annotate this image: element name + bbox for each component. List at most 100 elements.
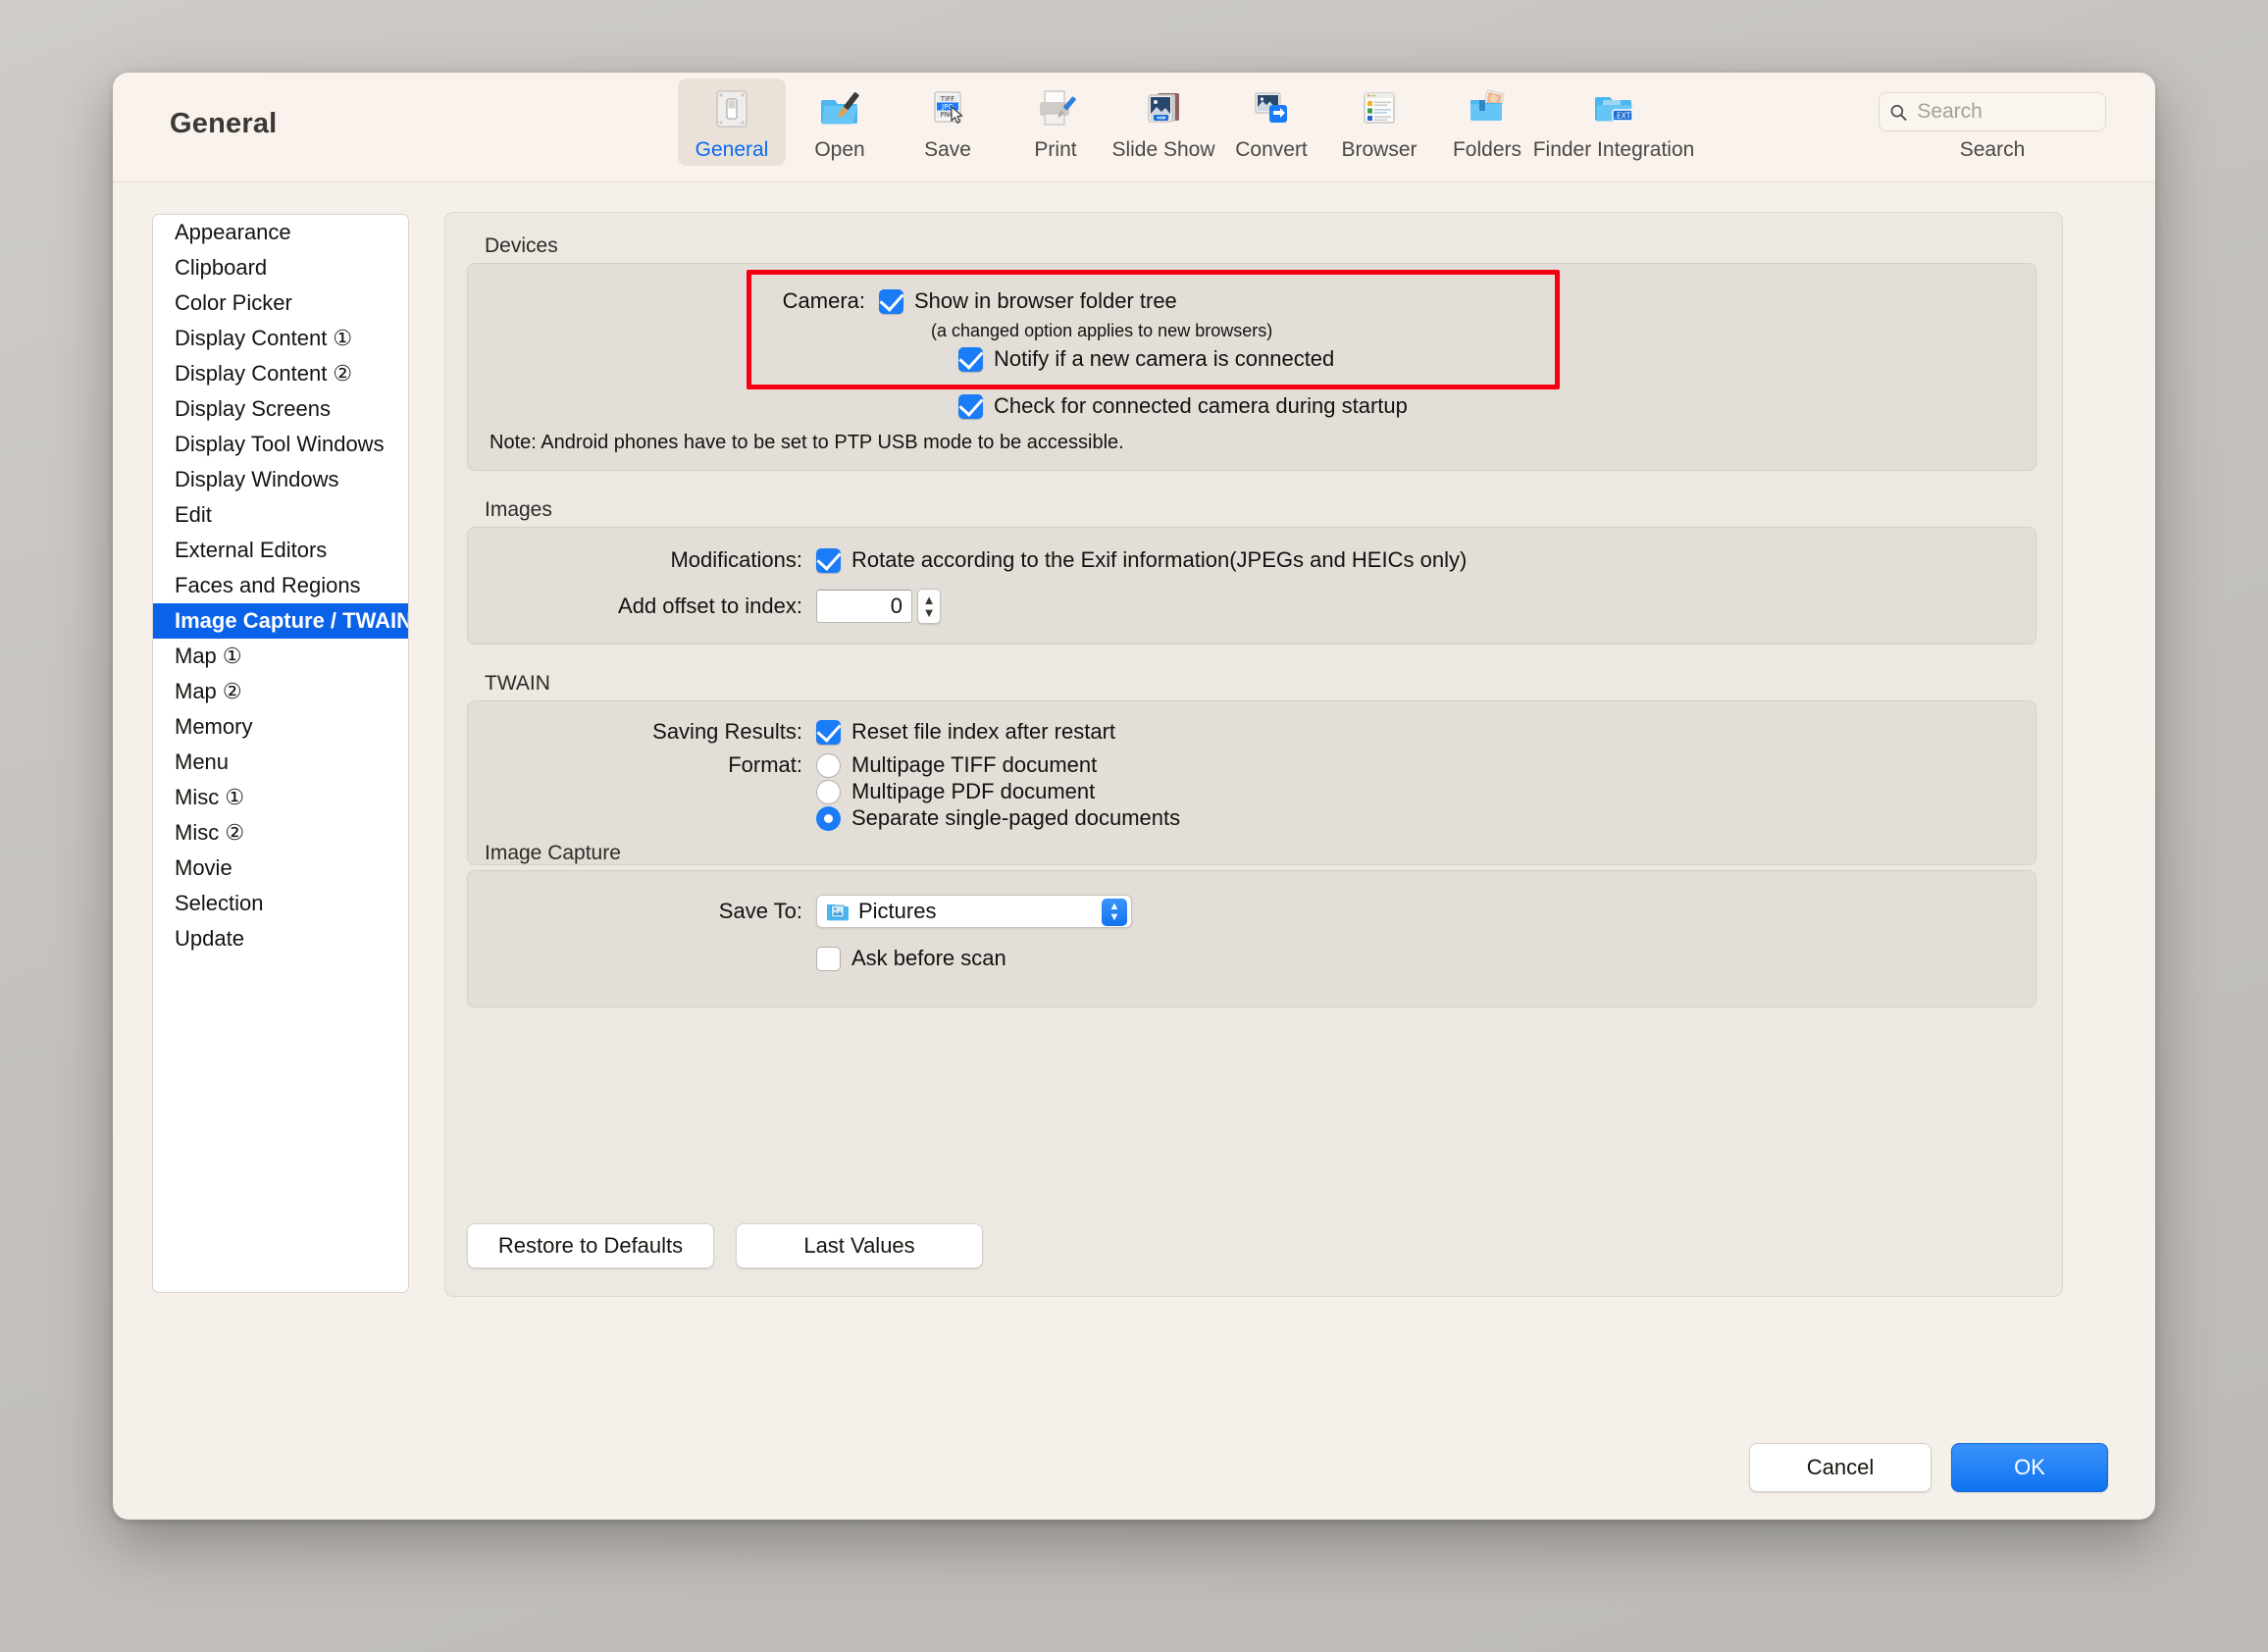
reset-file-index-checkbox[interactable] bbox=[816, 719, 841, 745]
modifications-row: Modifications: Rotate according to the E… bbox=[468, 547, 2036, 573]
offset-input[interactable]: 0 bbox=[816, 590, 912, 623]
check-camera-startup-label: Check for connected camera during startu… bbox=[994, 393, 1408, 418]
toolbar-item-slide-show[interactable]: Slide Show bbox=[1109, 78, 1217, 166]
sidebar-item-memory[interactable]: Memory bbox=[153, 709, 408, 745]
sidebar-item-label: Movie bbox=[175, 855, 232, 880]
sidebar-item-label: Image Capture / TWAIN bbox=[175, 608, 409, 633]
toolbar-item-folders[interactable]: Folders bbox=[1433, 78, 1541, 166]
toolbar-item-save[interactable]: TIFF JPG PNG Save bbox=[894, 78, 1002, 166]
sidebar-item-movie[interactable]: Movie bbox=[153, 851, 408, 886]
sidebar-item-display-screens[interactable]: Display Screens bbox=[153, 391, 408, 427]
save-to-select[interactable]: Pictures ▲ ▼ bbox=[816, 895, 1132, 928]
convert-arrow-icon bbox=[1250, 86, 1293, 131]
image-capture-group: Image Capture Save To: Pictures ▲ ▼ Ask … bbox=[467, 842, 2036, 1007]
search-input[interactable] bbox=[1915, 99, 2095, 125]
desktop-background: General General Open TIFF JPG PNG Save P… bbox=[0, 0, 2268, 1652]
format-radio-multipage-tiff[interactable] bbox=[816, 752, 841, 778]
save-to-label: Save To: bbox=[718, 899, 802, 923]
rotate-exif-label: Rotate according to the Exif information… bbox=[851, 547, 1468, 572]
twain-group: TWAIN Saving Results: Reset file index a… bbox=[467, 672, 2036, 865]
search-icon bbox=[1890, 104, 1907, 121]
toolbar-item-label: Print bbox=[1034, 138, 1077, 161]
toolbar-item-label: General bbox=[695, 138, 769, 161]
chevron-down-icon[interactable]: ▼ bbox=[923, 606, 936, 619]
sidebar-item-label: Display Screens bbox=[175, 396, 331, 421]
sidebar-item-misc-2[interactable]: Misc ② bbox=[153, 815, 408, 851]
sidebar-item-label: Memory bbox=[175, 714, 253, 739]
settings-sidebar[interactable]: Appearance Clipboard Color Picker Displa… bbox=[152, 214, 409, 1293]
sidebar-item-label: Appearance bbox=[175, 220, 291, 244]
format-label: Format: bbox=[728, 752, 802, 777]
notify-new-camera-checkbox[interactable] bbox=[958, 346, 983, 372]
toolbar-item-finder-integration[interactable]: .EXT Finder Integration bbox=[1533, 78, 1694, 166]
format-radio-multipage-pdf[interactable] bbox=[816, 779, 841, 804]
sidebar-item-color-picker[interactable]: Color Picker bbox=[153, 285, 408, 321]
toolbar-item-open[interactable]: Open bbox=[786, 78, 894, 166]
sidebar-item-label: Misc ① bbox=[175, 785, 245, 809]
sidebar-item-display-content-1[interactable]: Display Content ① bbox=[153, 321, 408, 356]
content-action-buttons: Restore to Defaults Last Values bbox=[467, 1223, 983, 1268]
offset-label: Add offset to index: bbox=[618, 594, 802, 618]
preferences-window: General General Open TIFF JPG PNG Save P… bbox=[113, 73, 2155, 1520]
camera-label: Camera: bbox=[782, 288, 865, 313]
cancel-button[interactable]: Cancel bbox=[1749, 1443, 1932, 1492]
search-caption: Search bbox=[1959, 138, 2026, 161]
ask-before-scan-checkbox[interactable] bbox=[816, 946, 841, 971]
sidebar-item-display-tool-windows[interactable]: Display Tool Windows bbox=[153, 427, 408, 462]
save-to-value: Pictures bbox=[858, 899, 937, 923]
sidebar-item-clipboard[interactable]: Clipboard bbox=[153, 250, 408, 285]
format-label-multipage-pdf: Multipage PDF document bbox=[851, 779, 1096, 803]
sidebar-item-display-windows[interactable]: Display Windows bbox=[153, 462, 408, 497]
sidebar-item-external-editors[interactable]: External Editors bbox=[153, 533, 408, 568]
restore-to-defaults-button[interactable]: Restore to Defaults bbox=[467, 1223, 714, 1268]
svg-text:TIFF: TIFF bbox=[940, 95, 954, 103]
save-to-row: Save To: Pictures ▲ ▼ bbox=[468, 895, 2036, 928]
folder-ext-icon: .EXT bbox=[1592, 86, 1635, 131]
toolbar-item-general[interactable]: General bbox=[678, 78, 786, 166]
sidebar-item-label: Display Content ① bbox=[175, 326, 353, 350]
devices-group-box: Camera: Show in browser folder tree (a c… bbox=[467, 263, 2036, 471]
sidebar-item-display-content-2[interactable]: Display Content ② bbox=[153, 356, 408, 391]
show-in-browser-folder-tree-checkbox[interactable] bbox=[879, 288, 903, 314]
ok-button[interactable]: OK bbox=[1951, 1443, 2108, 1492]
search-box[interactable] bbox=[1879, 92, 2106, 131]
sidebar-item-label: External Editors bbox=[175, 538, 328, 562]
toolbar-item-label: Browser bbox=[1341, 138, 1418, 161]
offset-stepper[interactable]: ▲ ▼ bbox=[917, 589, 941, 624]
modifications-label: Modifications: bbox=[670, 547, 802, 572]
sidebar-item-edit[interactable]: Edit bbox=[153, 497, 408, 533]
rotate-exif-checkbox[interactable] bbox=[816, 547, 841, 573]
image-capture-group-box: Save To: Pictures ▲ ▼ Ask before scan bbox=[467, 870, 2036, 1007]
images-group-box: Modifications: Rotate according to the E… bbox=[467, 527, 2036, 645]
sidebar-item-faces-and-regions[interactable]: Faces and Regions bbox=[153, 568, 408, 603]
printer-icon bbox=[1034, 86, 1077, 131]
toolbar-item-print[interactable]: Print bbox=[1002, 78, 1109, 166]
format-label-multipage-tiff: Multipage TIFF document bbox=[851, 752, 1098, 777]
sidebar-item-map-2[interactable]: Map ② bbox=[153, 674, 408, 709]
ask-before-scan-label: Ask before scan bbox=[851, 946, 1006, 970]
saving-results-row: Saving Results: Reset file index after r… bbox=[468, 719, 2036, 745]
toolbar-item-label: Folders bbox=[1452, 138, 1522, 161]
last-values-button[interactable]: Last Values bbox=[736, 1223, 983, 1268]
sidebar-item-update[interactable]: Update bbox=[153, 921, 408, 956]
toolbar-item-convert[interactable]: Convert bbox=[1217, 78, 1325, 166]
devices-group: Devices Camera: Show in browser folder t… bbox=[467, 234, 2036, 471]
sidebar-item-menu[interactable]: Menu bbox=[153, 745, 408, 780]
window-toolbar: General General Open TIFF JPG PNG Save P… bbox=[113, 73, 2155, 182]
format-row-pdf: Multipage PDF document bbox=[816, 779, 1095, 804]
offset-row: Add offset to index: 0 ▲ ▼ bbox=[468, 589, 2036, 624]
sidebar-item-appearance[interactable]: Appearance bbox=[153, 215, 408, 250]
format-radio-separate-single-paged[interactable] bbox=[816, 805, 841, 831]
window-body: Appearance Clipboard Color Picker Displa… bbox=[113, 182, 2155, 1520]
sidebar-item-misc-1[interactable]: Misc ① bbox=[153, 780, 408, 815]
sidebar-item-map-1[interactable]: Map ① bbox=[153, 639, 408, 674]
toolbar-item-label: Finder Integration bbox=[1532, 138, 1695, 161]
sidebar-item-label: Edit bbox=[175, 502, 212, 527]
sidebar-item-selection[interactable]: Selection bbox=[153, 886, 408, 921]
toolbar-item-browser[interactable]: Browser bbox=[1325, 78, 1433, 166]
file-formats-icon: TIFF JPG PNG bbox=[926, 86, 969, 131]
sidebar-item-image-capture-twain[interactable]: Image Capture / TWAIN bbox=[153, 603, 408, 639]
sidebar-item-label: Display Tool Windows bbox=[175, 432, 385, 456]
chevron-updown-icon[interactable]: ▲ ▼ bbox=[1102, 899, 1127, 926]
check-camera-startup-checkbox[interactable] bbox=[958, 393, 983, 419]
